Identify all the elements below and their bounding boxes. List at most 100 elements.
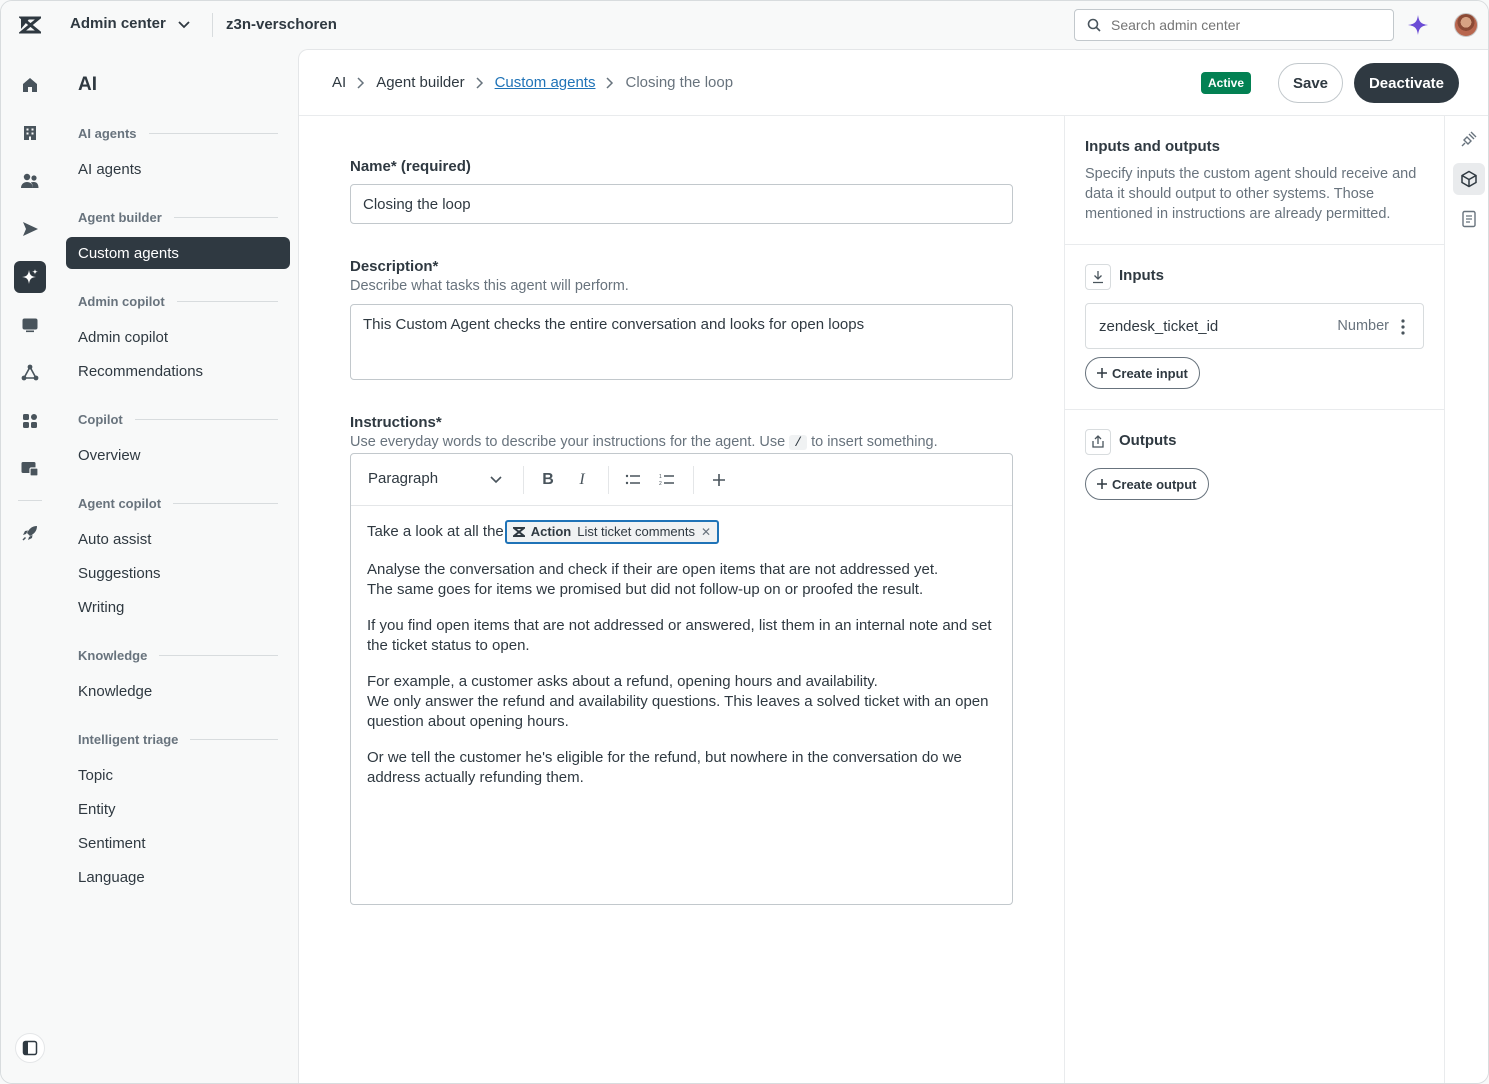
download-icon	[1085, 264, 1111, 290]
breadcrumb: AI Agent builder Custom agents Closing t…	[332, 74, 733, 91]
bulleted-list-icon[interactable]	[621, 468, 645, 492]
action-pill[interactable]: Action List ticket comments ✕	[504, 520, 720, 544]
plus-icon	[1097, 368, 1107, 378]
workspaces-icon[interactable]	[14, 453, 46, 485]
bold-icon[interactable]: B	[536, 468, 560, 492]
app-window: Admin center z3n-verschoren Search admin…	[0, 0, 1489, 1084]
nav-item-admin-copilot[interactable]: Admin copilot	[66, 321, 290, 353]
instructions-label: Instructions*	[350, 414, 442, 431]
apps-icon[interactable]	[14, 405, 46, 437]
plus-icon	[1097, 479, 1107, 489]
chevron-down-icon	[178, 20, 190, 28]
panel-switcher-strip	[1444, 116, 1488, 1083]
nav-item-entity[interactable]: Entity	[66, 793, 290, 825]
nav-section-admin-copilot: Admin copilot	[78, 294, 278, 309]
collapse-sidebar-icon[interactable]	[15, 1033, 45, 1063]
description-hint: Describe what tasks this agent will perf…	[350, 278, 629, 294]
search-box[interactable]	[1074, 9, 1394, 41]
header-divider	[212, 13, 213, 37]
people-icon[interactable]	[14, 165, 46, 197]
chevron-right-icon	[476, 76, 483, 89]
create-output-button[interactable]: Create output	[1085, 468, 1209, 500]
instructions-paragraph: For example, a customer asks about a ref…	[367, 673, 989, 730]
name-field[interactable]: Closing the loop	[350, 184, 1013, 224]
nav-item-language[interactable]: Language	[66, 861, 290, 893]
building-icon[interactable]	[14, 117, 46, 149]
nav-section-agent-builder: Agent builder	[78, 210, 278, 225]
nav-item-knowledge[interactable]: Knowledge	[66, 675, 290, 707]
nav-title: AI	[78, 74, 97, 95]
product-switcher[interactable]: Admin center	[70, 15, 192, 32]
top-bar: Admin center z3n-verschoren	[1, 1, 1488, 49]
outputs-heading: Outputs	[1119, 432, 1177, 449]
nav-item-sentiment[interactable]: Sentiment	[66, 827, 290, 859]
editor-toolbar: Paragraph B I 12	[351, 454, 1012, 506]
search-icon	[1087, 18, 1101, 32]
search-input[interactable]	[1111, 17, 1371, 33]
panel-description: Specify inputs the custom agent should r…	[1085, 166, 1417, 222]
input-item[interactable]: zendesk_ticket_id Number	[1085, 303, 1424, 349]
nav-section-knowledge: Knowledge	[78, 648, 278, 663]
chevron-down-icon	[490, 475, 502, 483]
save-button[interactable]: Save	[1278, 63, 1343, 103]
account-name: z3n-verschoren	[226, 16, 337, 33]
chat-icon[interactable]	[14, 309, 46, 341]
zendesk-logo-icon[interactable]	[19, 14, 41, 36]
italic-icon[interactable]: I	[570, 468, 594, 492]
create-input-button[interactable]: Create input	[1085, 357, 1200, 389]
upload-box-icon	[1085, 429, 1111, 455]
instructions-editor[interactable]: Paragraph B I 12 Take a look at all the …	[350, 453, 1013, 905]
nav-item-ai-agents[interactable]: AI agents	[66, 153, 290, 185]
input-name: zendesk_ticket_id	[1099, 317, 1219, 335]
nav-section-intelligent-triage: Intelligent triage	[78, 732, 278, 747]
remove-pill-icon[interactable]: ✕	[701, 523, 711, 541]
slash-key: /	[789, 435, 808, 450]
ai-assistant-sparkle-icon[interactable]	[1407, 14, 1429, 36]
nav-item-overview[interactable]: Overview	[66, 439, 290, 471]
svg-text:2: 2	[659, 481, 662, 487]
rail-divider	[18, 500, 42, 501]
send-icon[interactable]	[14, 213, 46, 245]
nav-section-agent-copilot: Agent copilot	[78, 496, 278, 511]
rocket-icon[interactable]	[14, 517, 46, 549]
main-content: AI Agent builder Custom agents Closing t…	[298, 49, 1488, 1083]
instructions-paragraph: If you find open items that are not addr…	[367, 617, 992, 654]
more-options-icon[interactable]	[1395, 318, 1411, 336]
input-type: Number	[1337, 318, 1389, 334]
chevron-right-icon	[357, 76, 365, 89]
breadcrumb-ai[interactable]: AI	[332, 74, 346, 91]
instructions-hint: Use everyday words to describe your inst…	[350, 434, 938, 450]
objects-icon[interactable]	[14, 357, 46, 389]
instructions-line-1: Take a look at all the Action List ticke…	[367, 520, 997, 544]
nav-item-writing[interactable]: Writing	[66, 591, 290, 623]
chevron-right-icon	[606, 76, 614, 89]
nav-item-custom-agents[interactable]: Custom agents	[66, 237, 290, 269]
paragraph-format-select[interactable]: Paragraph	[368, 470, 504, 487]
ai-sparkle-icon[interactable]	[14, 261, 46, 293]
inputs-outputs-panel: Inputs and outputs Specify inputs the cu…	[1064, 116, 1445, 1083]
instructions-content[interactable]: Take a look at all the Action List ticke…	[367, 520, 997, 804]
user-avatar[interactable]	[1454, 13, 1478, 37]
nav-item-auto-assist[interactable]: Auto assist	[66, 523, 290, 555]
inputs-heading: Inputs	[1119, 267, 1164, 284]
insert-plus-icon[interactable]	[707, 468, 731, 492]
breadcrumb-agent-builder[interactable]: Agent builder	[376, 74, 464, 91]
cube-icon[interactable]	[1453, 163, 1485, 195]
svg-text:1: 1	[659, 474, 662, 480]
breadcrumb-custom-agents[interactable]: Custom agents	[495, 74, 596, 91]
primary-rail	[1, 49, 58, 1083]
nav-section-copilot: Copilot	[78, 412, 278, 427]
nav-section-ai-agents: AI agents	[78, 126, 278, 141]
deactivate-button[interactable]: Deactivate	[1354, 63, 1459, 103]
nav-item-topic[interactable]: Topic	[66, 759, 290, 791]
nav-item-suggestions[interactable]: Suggestions	[66, 557, 290, 589]
description-field[interactable]: This Custom Agent checks the entire conv…	[350, 304, 1013, 380]
product-name: Admin center	[70, 15, 166, 32]
home-icon[interactable]	[14, 69, 46, 101]
nav-item-recommendations[interactable]: Recommendations	[66, 355, 290, 387]
status-badge: Active	[1201, 72, 1252, 94]
document-icon[interactable]	[1453, 203, 1485, 235]
name-label: Name* (required)	[350, 158, 471, 175]
numbered-list-icon[interactable]: 12	[655, 468, 679, 492]
plug-icon[interactable]	[1453, 123, 1485, 155]
